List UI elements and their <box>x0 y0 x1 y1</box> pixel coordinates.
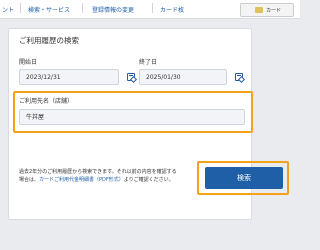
usage-history-search-panel: ご利用履歴の検索 開始日 2023/12/31 終了日 2025/01/30 ご… <box>8 28 289 220</box>
merchant-name-input[interactable]: 牛丼屋 <box>19 109 245 125</box>
start-date-input[interactable]: 2023/12/31 <box>19 69 119 85</box>
nav-item-search-services[interactable]: 検索・サービス <box>28 5 70 14</box>
search-button[interactable]: 検索 <box>205 167 283 189</box>
panel-title: ご利用履歴の検索 <box>19 36 79 45</box>
top-navigation: ント 検索・サービス 登録情報の変更 カード枚 カード <box>0 0 300 19</box>
nav-item-points[interactable]: ント <box>2 5 14 14</box>
nav-divider <box>20 3 21 13</box>
start-date-label: 開始日 <box>19 59 38 66</box>
nav-item-cards[interactable]: カード枚 <box>160 5 184 14</box>
card-thumbnail[interactable]: カード <box>240 3 294 17</box>
search-note: 過去2年分のご利用履歴から検索できます。それ以前の内容を確認する場合は、カードご… <box>19 168 179 184</box>
calendar-icon[interactable] <box>235 73 243 81</box>
nav-divider <box>82 3 83 13</box>
end-date-label: 終了日 <box>139 59 158 66</box>
note-suffix: よりご確認ください。 <box>123 177 174 183</box>
calendar-icon[interactable] <box>127 73 135 81</box>
statement-pdf-link[interactable]: カードご利用代金明細書（PDF形式） <box>39 177 124 183</box>
end-date-input[interactable]: 2025/01/30 <box>139 69 227 85</box>
card-label: カード <box>266 8 282 14</box>
card-chip-icon <box>255 7 263 13</box>
merchant-label: ご利用先名（店舗） <box>19 98 74 105</box>
nav-divider <box>152 3 153 13</box>
nav-item-registration-change[interactable]: 登録情報の変更 <box>92 5 134 14</box>
